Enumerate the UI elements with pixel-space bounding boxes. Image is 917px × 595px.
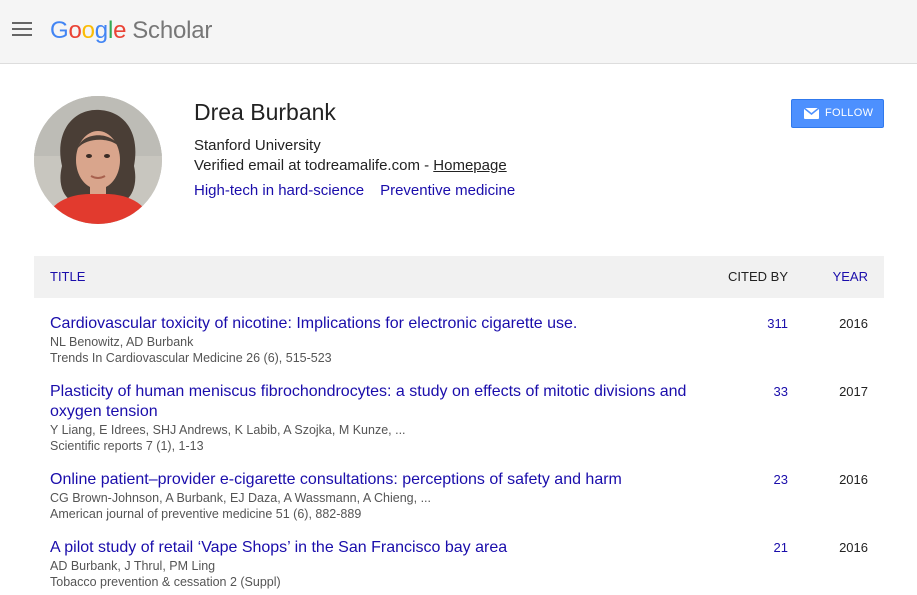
cited-by-count-link[interactable]: 33 bbox=[774, 384, 788, 400]
logo-product-name: Scholar bbox=[132, 17, 213, 44]
cited-by-count-link[interactable]: 21 bbox=[774, 540, 788, 556]
homepage-link[interactable]: Homepage bbox=[433, 157, 506, 174]
article-authors: CG Brown-Johnson, A Burbank, EJ Daza, A … bbox=[50, 491, 431, 505]
top-bar: Google Scholar bbox=[0, 0, 917, 64]
cited-by-header[interactable]: CITED BY bbox=[728, 256, 788, 298]
sort-by-year[interactable]: YEAR bbox=[833, 256, 868, 298]
article-authors: NL Benowitz, AD Burbank bbox=[50, 335, 194, 349]
article-title-link[interactable]: Plasticity of human meniscus fibrochondr… bbox=[50, 382, 700, 422]
follow-label: FOLLOW bbox=[825, 107, 874, 119]
logo-letter: g bbox=[94, 17, 108, 44]
article-authors: AD Burbank, J Thrul, PM Ling bbox=[50, 559, 216, 573]
cited-by-count-link[interactable]: 311 bbox=[767, 316, 788, 332]
article-venue: Trends In Cardiovascular Medicine 26 (6)… bbox=[50, 351, 332, 365]
article-year: 2016 bbox=[839, 540, 868, 555]
article-year: 2016 bbox=[839, 472, 868, 487]
article-title-link[interactable]: Online patient–provider e-cigarette cons… bbox=[50, 470, 700, 490]
table-header: TITLE CITED BY YEAR bbox=[34, 256, 884, 298]
logo-letter: G bbox=[50, 17, 69, 44]
cited-by-count-link[interactable]: 23 bbox=[774, 472, 788, 488]
article-venue: American journal of preventive medicine … bbox=[50, 507, 362, 521]
article-title-link[interactable]: Cardiovascular toxicity of nicotine: Imp… bbox=[50, 314, 700, 334]
article-authors: Y Liang, E Idrees, SHJ Andrews, K Labib,… bbox=[50, 423, 406, 437]
envelope-icon bbox=[804, 108, 819, 119]
research-interests: High-tech in hard-science Preventive medi… bbox=[194, 182, 531, 200]
profile-photo bbox=[34, 96, 162, 224]
logo-letter: o bbox=[68, 17, 82, 44]
follow-button[interactable]: FOLLOW bbox=[791, 99, 884, 128]
article-venue: Scientific reports 7 (1), 1-13 bbox=[50, 439, 204, 453]
verified-email-text: Verified email at todreamalife.com - bbox=[194, 157, 434, 174]
article-year: 2017 bbox=[839, 384, 868, 399]
sort-by-title[interactable]: TITLE bbox=[50, 256, 85, 298]
profile-affiliation: Stanford University bbox=[194, 137, 321, 154]
interest-link[interactable]: High-tech in hard-science bbox=[194, 182, 364, 199]
logo-letter: o bbox=[81, 17, 95, 44]
article-venue: Tobacco prevention & cessation 2 (Suppl) bbox=[50, 575, 281, 589]
logo-letter: e bbox=[113, 17, 127, 44]
profile-email: Verified email at todreamalife.com - Hom… bbox=[194, 157, 507, 175]
interest-link[interactable]: Preventive medicine bbox=[380, 182, 515, 199]
google-scholar-logo[interactable]: Google Scholar bbox=[50, 16, 212, 46]
menu-icon[interactable] bbox=[12, 22, 33, 40]
profile-name: Drea Burbank bbox=[194, 99, 336, 125]
article-year: 2016 bbox=[839, 316, 868, 331]
article-title-link[interactable]: A pilot study of retail ‘Vape Shops’ in … bbox=[50, 538, 700, 558]
